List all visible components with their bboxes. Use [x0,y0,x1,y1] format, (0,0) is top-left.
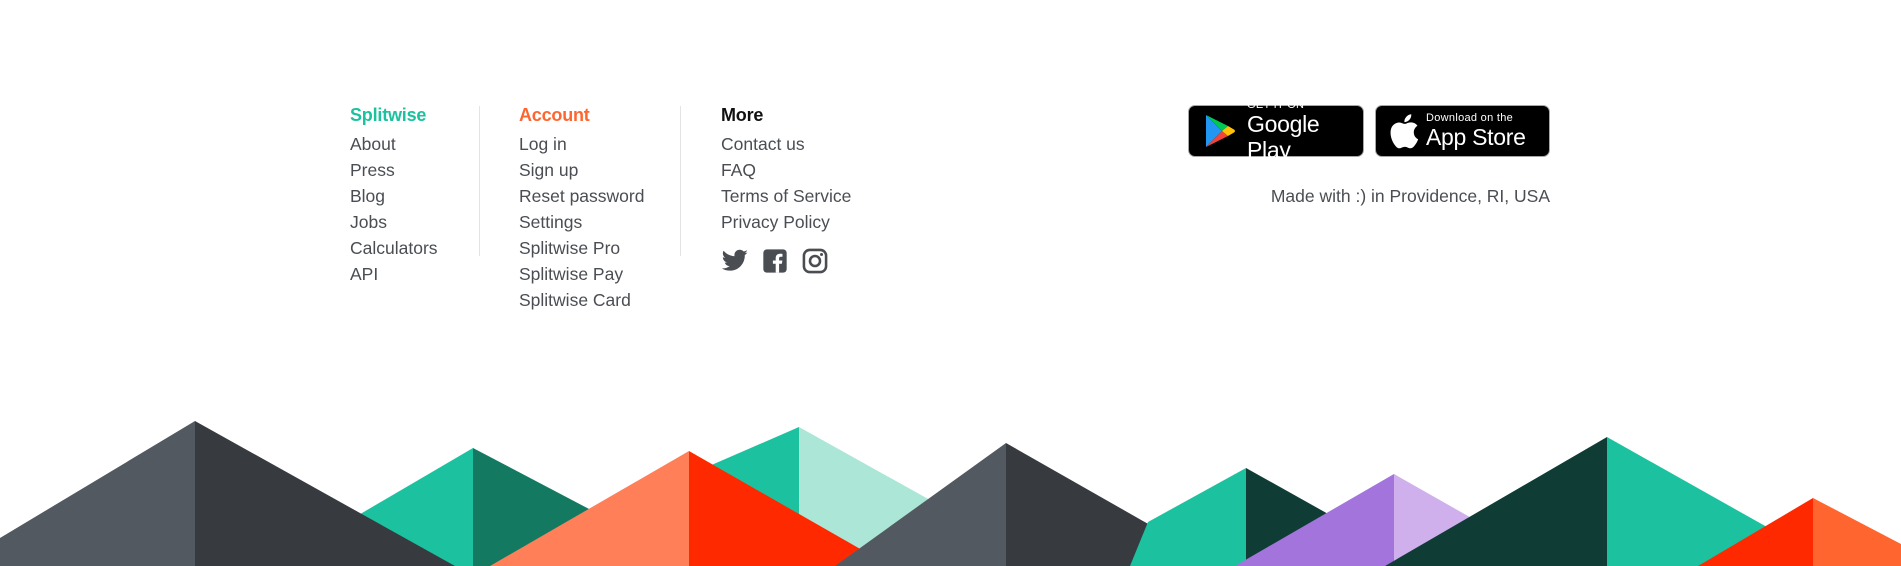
mountain-teal-right-left-face [1130,468,1246,566]
mountains-illustration [0,421,1901,566]
mountain-red-right-right-face [1813,498,1901,566]
mountain-grey-left-face [0,421,195,566]
site-footer: Splitwise About Press Blog Jobs Calculat… [0,0,1901,566]
